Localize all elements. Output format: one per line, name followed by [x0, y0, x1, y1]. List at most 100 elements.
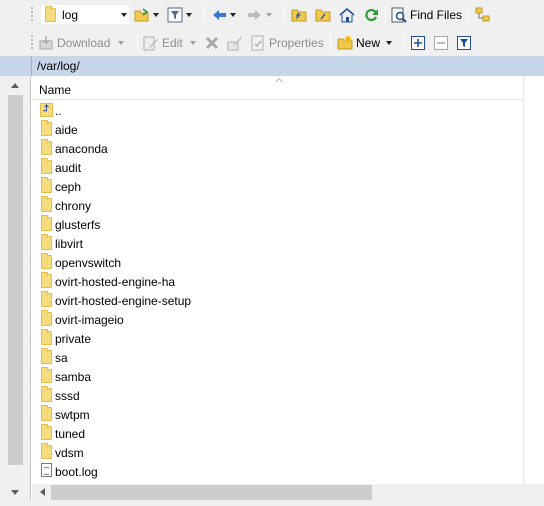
file-name: anaconda [55, 142, 108, 156]
file-name: samba [55, 370, 92, 384]
root-folder-icon [315, 7, 331, 23]
select-all-button[interactable] [410, 32, 426, 53]
back-button[interactable] [211, 4, 236, 25]
file-row[interactable]: boot.log [32, 462, 523, 481]
scroll-down-icon[interactable] [11, 490, 19, 495]
file-row[interactable]: aide [32, 120, 523, 139]
download-label: Download [57, 35, 111, 50]
delete-button[interactable] [204, 32, 220, 53]
rename-button[interactable] [227, 32, 243, 53]
home-directory-button[interactable] [339, 4, 355, 25]
download-button[interactable]: Download [38, 32, 125, 53]
file-name: ovirt-hosted-engine-setup [55, 294, 192, 308]
file-name: vdsm [55, 446, 84, 460]
toolbar-grip[interactable] [30, 34, 34, 50]
file-row[interactable]: chrony [32, 196, 523, 215]
scroll-left-icon[interactable] [40, 488, 45, 496]
horizontal-scrollbar[interactable] [32, 484, 544, 501]
file-name: private [55, 332, 92, 346]
file-row[interactable]: ceph [32, 177, 523, 196]
folder-icon [41, 120, 52, 136]
chevron-down-icon[interactable] [230, 12, 236, 17]
file-list: Name .. aide anaconda audit ceph chrony gluste… [32, 76, 544, 484]
location-combo[interactable]: log [40, 4, 130, 25]
find-files-icon [391, 7, 407, 23]
toolbar-separator [203, 5, 204, 23]
folder-icon [41, 329, 52, 345]
toolbar-separator [330, 33, 331, 51]
new-label: New [356, 35, 381, 50]
folder-icon [41, 234, 52, 250]
path-field[interactable]: /var/log/ [31, 56, 544, 76]
chevron-down-icon[interactable] [118, 40, 125, 45]
toolbar-separator [283, 5, 284, 23]
file-name: swtpm [55, 408, 90, 422]
file-row[interactable]: tuned [32, 424, 523, 443]
file-row[interactable]: sssd [32, 386, 523, 405]
file-name: ovirt-imageio [55, 313, 124, 327]
file-rows: .. aide anaconda audit ceph chrony glusterfs li… [32, 101, 523, 481]
open-directory-button[interactable] [134, 4, 159, 25]
refresh-button[interactable] [363, 4, 379, 25]
file-row[interactable]: audit [32, 158, 523, 177]
forward-button[interactable] [247, 4, 272, 25]
folder-icon [41, 215, 52, 231]
tree-pane [0, 76, 31, 506]
find-files-button[interactable]: Find Files [391, 4, 462, 25]
file-row[interactable]: vdsm [32, 443, 523, 462]
new-button[interactable]: New [337, 32, 393, 53]
file-row[interactable]: .. [32, 101, 523, 120]
home-icon [339, 7, 355, 23]
file-row[interactable]: anaconda [32, 139, 523, 158]
folder-icon [41, 291, 52, 307]
folder-icon [41, 367, 52, 383]
file-row[interactable]: ovirt-hosted-engine-ha [32, 272, 523, 291]
filter-box-icon [456, 35, 472, 51]
chevron-down-icon[interactable] [266, 12, 272, 17]
file-row[interactable]: swtpm [32, 405, 523, 424]
tree-vertical-scrollbar[interactable] [7, 76, 24, 506]
file-name: sssd [55, 389, 80, 403]
scroll-up-icon[interactable] [11, 83, 19, 88]
folder-tree-icon [475, 7, 491, 23]
refresh-icon [363, 7, 379, 23]
unselect-all-button[interactable] [433, 32, 449, 53]
file-row[interactable]: ovirt-hosted-engine-setup [32, 291, 523, 310]
folder-icon [41, 196, 52, 212]
toolbar-grip[interactable] [30, 6, 34, 22]
toolbar-separator [468, 5, 469, 23]
filter-selection-button[interactable] [456, 32, 472, 53]
chevron-down-icon[interactable] [189, 40, 196, 45]
file-row[interactable]: sa [32, 348, 523, 367]
plus-box-icon [410, 35, 426, 51]
chevron-down-icon[interactable] [186, 12, 192, 17]
file-name: boot.log [55, 465, 98, 479]
chevron-down-icon[interactable] [121, 13, 127, 17]
file-row[interactable]: ovirt-imageio [32, 310, 523, 329]
scrollbar-thumb[interactable] [8, 95, 23, 465]
file-row[interactable]: private [32, 329, 523, 348]
file-row[interactable]: samba [32, 367, 523, 386]
edit-icon [143, 35, 159, 51]
tree-view-button[interactable] [475, 4, 491, 25]
chevron-down-icon[interactable] [386, 40, 393, 45]
file-row[interactable]: libvirt [32, 234, 523, 253]
rename-icon [227, 35, 243, 51]
root-directory-button[interactable] [315, 4, 331, 25]
scrollbar-thumb[interactable] [51, 485, 372, 500]
file-name: chrony [55, 199, 92, 213]
parent-folder-icon [291, 7, 307, 23]
column-header-name[interactable]: Name [32, 76, 523, 100]
properties-button[interactable]: Properties [250, 32, 324, 53]
properties-label: Properties [269, 35, 324, 50]
file-row[interactable]: openvswitch [32, 253, 523, 272]
folder-icon [41, 386, 52, 402]
edit-button[interactable]: Edit [143, 32, 196, 53]
file-row[interactable]: glusterfs [32, 215, 523, 234]
parent-directory-button[interactable] [291, 4, 307, 25]
minus-box-icon [433, 35, 449, 51]
chevron-down-icon[interactable] [153, 12, 159, 17]
folder-icon [41, 348, 52, 364]
filter-button[interactable] [167, 4, 192, 25]
open-folder-icon [134, 7, 150, 23]
